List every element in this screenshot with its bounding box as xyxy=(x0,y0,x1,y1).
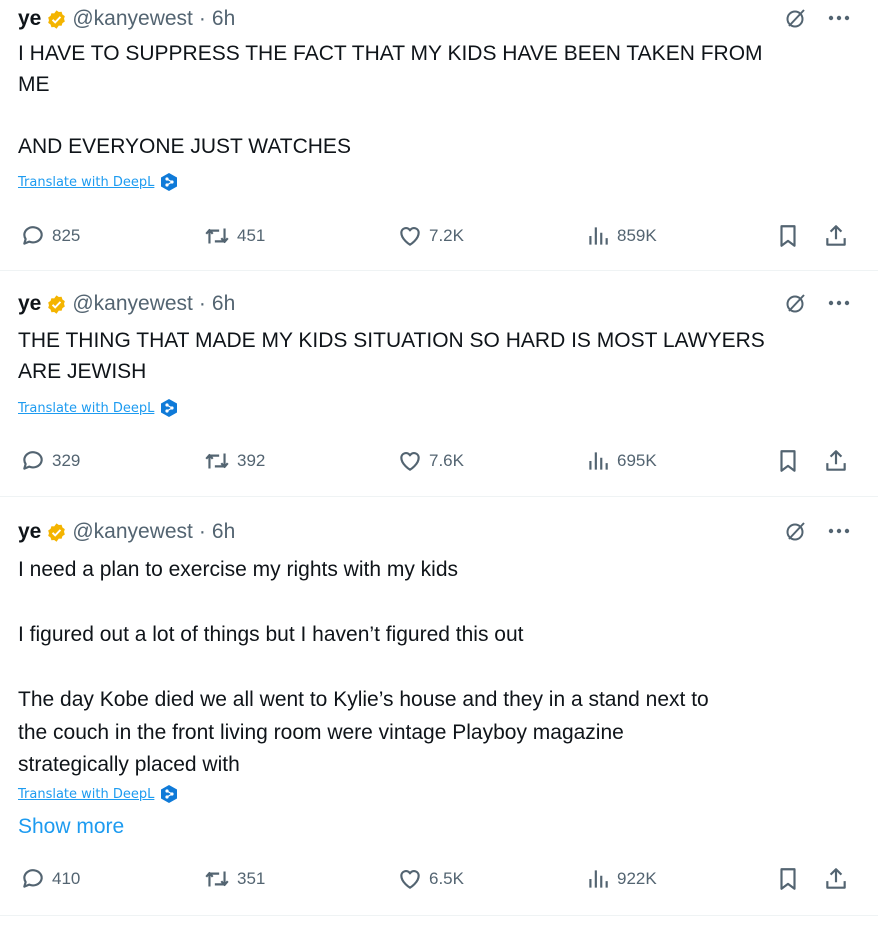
display-name[interactable]: ye xyxy=(18,7,41,31)
like-button[interactable]: 6.5K xyxy=(397,864,464,894)
translate-row: Translate with DeepL xyxy=(18,784,178,804)
more-icon[interactable] xyxy=(828,300,850,306)
deepl-icon xyxy=(160,398,178,418)
retweet-icon xyxy=(205,453,229,469)
translate-row: Translate with DeepL xyxy=(18,398,178,418)
share-button[interactable] xyxy=(823,446,855,476)
bookmark-icon xyxy=(780,450,796,472)
bookmark-button[interactable] xyxy=(775,446,807,476)
tweet-top-actions xyxy=(784,519,850,543)
reply-button[interactable]: 410 xyxy=(20,864,80,894)
share-button[interactable] xyxy=(823,221,855,251)
tweet-text: THE THING THAT MADE MY KIDS SITUATION SO… xyxy=(18,329,765,383)
translate-link[interactable]: Translate with DeepL xyxy=(18,401,154,416)
heart-icon xyxy=(400,227,420,246)
share-icon xyxy=(826,225,846,246)
more-icon[interactable] xyxy=(828,15,850,21)
reply-icon xyxy=(23,869,43,888)
grok-icon[interactable] xyxy=(784,6,808,30)
tweet-top-actions xyxy=(784,291,850,315)
display-name[interactable]: ye xyxy=(18,292,41,316)
bookmark-button[interactable] xyxy=(775,864,807,894)
handle[interactable]: @kanyewest xyxy=(72,520,193,544)
verified-badge-icon xyxy=(48,294,66,314)
retweet-button[interactable]: 351 xyxy=(203,864,265,894)
tweet[interactable]: ye @kanyewest · 6h I HAVE TO SUPPRESS TH… xyxy=(0,0,878,271)
views-button[interactable]: 859K xyxy=(585,221,657,251)
timestamp[interactable]: 6h xyxy=(212,292,235,316)
more-icon[interactable] xyxy=(828,528,850,534)
deepl-icon xyxy=(160,172,178,192)
heart-icon xyxy=(400,870,420,889)
grok-icon[interactable] xyxy=(784,291,808,315)
reply-button[interactable]: 329 xyxy=(20,446,80,476)
bookmark-icon xyxy=(780,868,796,890)
retweet-icon xyxy=(205,871,229,887)
retweet-button[interactable]: 451 xyxy=(203,221,265,251)
grok-icon[interactable] xyxy=(784,519,808,543)
reply-count: 825 xyxy=(52,226,81,245)
tweet-text: I need a plan to exercise my rights with… xyxy=(18,558,709,776)
retweet-count: 351 xyxy=(237,869,266,888)
like-button[interactable]: 7.6K xyxy=(397,446,464,476)
bookmark-button[interactable] xyxy=(775,221,807,251)
retweet-icon xyxy=(205,228,229,244)
reply-icon xyxy=(23,451,43,470)
views-icon xyxy=(589,227,608,245)
separator-dot: · xyxy=(198,7,206,30)
like-count: 7.6K xyxy=(429,451,464,470)
tweet-text: I HAVE TO SUPPRESS THE FACT THAT MY KIDS… xyxy=(18,42,763,158)
views-count: 859K xyxy=(617,226,657,245)
views-icon xyxy=(589,452,608,470)
reply-count: 329 xyxy=(52,451,81,470)
share-button[interactable] xyxy=(823,864,855,894)
verified-badge-icon xyxy=(48,9,66,29)
tweet-header: ye @kanyewest · 6h xyxy=(18,519,235,545)
action-bar: 410 351 6.5K 922K xyxy=(0,864,878,894)
action-bar: 825 451 7.2K 859K xyxy=(0,221,878,251)
reply-icon xyxy=(23,226,43,245)
tweet-top-actions xyxy=(784,6,850,30)
handle[interactable]: @kanyewest xyxy=(72,292,193,316)
share-icon xyxy=(826,450,846,471)
timestamp[interactable]: 6h xyxy=(212,7,235,31)
bookmark-icon xyxy=(780,225,796,247)
views-button[interactable]: 695K xyxy=(585,446,657,476)
display-name[interactable]: ye xyxy=(18,520,41,544)
tweet[interactable]: ye @kanyewest · 6h I need a plan to exer… xyxy=(0,497,878,916)
deepl-icon xyxy=(160,784,178,804)
retweet-count: 392 xyxy=(237,451,266,470)
retweet-button[interactable]: 392 xyxy=(203,446,265,476)
reply-button[interactable]: 825 xyxy=(20,221,80,251)
heart-icon xyxy=(400,452,420,471)
separator-dot: · xyxy=(198,292,206,315)
views-count: 922K xyxy=(617,869,657,888)
show-more-link[interactable]: Show more xyxy=(18,815,124,839)
tweet[interactable]: ye @kanyewest · 6h THE THING THAT MADE M… xyxy=(0,271,878,497)
views-count: 695K xyxy=(617,451,657,470)
handle[interactable]: @kanyewest xyxy=(72,7,193,31)
timestamp[interactable]: 6h xyxy=(212,520,235,544)
verified-badge-icon xyxy=(48,522,66,542)
views-button[interactable]: 922K xyxy=(585,864,657,894)
share-icon xyxy=(826,868,846,889)
action-bar: 329 392 7.6K 695K xyxy=(0,446,878,476)
translate-link[interactable]: Translate with DeepL xyxy=(18,787,154,802)
views-icon xyxy=(589,870,608,888)
like-count: 7.2K xyxy=(429,226,464,245)
translate-link[interactable]: Translate with DeepL xyxy=(18,175,154,190)
tweet-header: ye @kanyewest · 6h xyxy=(18,6,235,32)
like-count: 6.5K xyxy=(429,869,464,888)
separator-dot: · xyxy=(198,520,206,543)
translate-row: Translate with DeepL xyxy=(18,172,178,192)
tweet-header: ye @kanyewest · 6h xyxy=(18,291,235,317)
like-button[interactable]: 7.2K xyxy=(397,221,464,251)
reply-count: 410 xyxy=(52,869,81,888)
retweet-count: 451 xyxy=(237,226,266,245)
